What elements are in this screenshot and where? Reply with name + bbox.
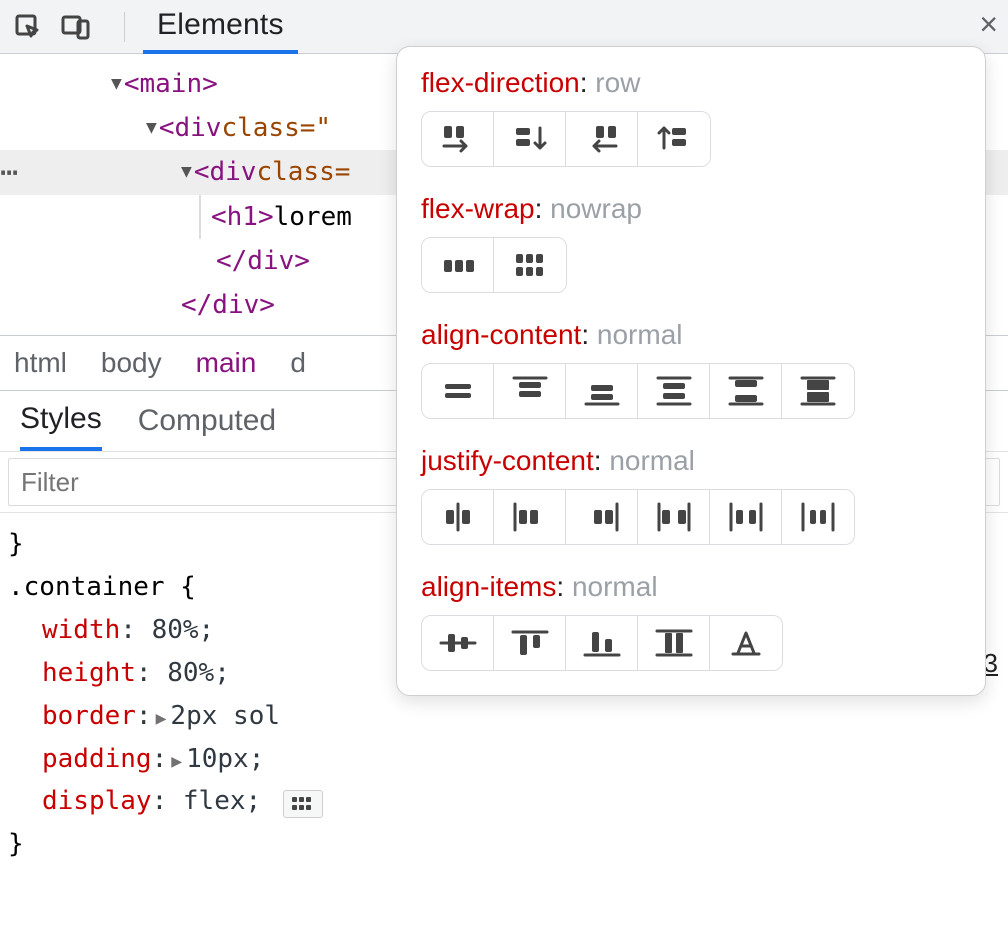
align-content-end-icon[interactable]: [566, 364, 638, 418]
align-content-center-icon[interactable]: [422, 364, 494, 418]
breadcrumb-item[interactable]: main: [196, 347, 257, 379]
align-content-space-between-icon[interactable]: [710, 364, 782, 418]
css-close-brace: }: [8, 823, 1008, 866]
group-align-items: align-items: normal: [421, 571, 961, 671]
css-declaration[interactable]: padding:▶10px;: [8, 738, 1008, 781]
breadcrumb-item[interactable]: body: [101, 347, 162, 379]
css-declaration[interactable]: display: flex;: [8, 780, 1008, 823]
group-align-content: align-content: normal: [421, 319, 961, 419]
flex-wrap-nowrap-icon[interactable]: [422, 238, 494, 292]
align-items-baseline-icon[interactable]: [710, 616, 782, 670]
overflow-dots-icon[interactable]: ⋯: [0, 147, 19, 198]
flex-wrap-wrap-icon[interactable]: [494, 238, 566, 292]
align-content-stretch-icon[interactable]: [782, 364, 854, 418]
group-justify-content: justify-content: normal: [421, 445, 961, 545]
elements-tab[interactable]: Elements: [143, 0, 298, 54]
flex-editor-popover: flex-direction: row flex-wrap: nowrap al…: [396, 46, 986, 696]
flex-editor-icon[interactable]: [283, 790, 323, 818]
group-flex-wrap: flex-wrap: nowrap: [421, 193, 961, 293]
align-items-stretch-icon[interactable]: [638, 616, 710, 670]
flex-direction-row-icon[interactable]: [422, 112, 494, 166]
align-content-start-icon[interactable]: [494, 364, 566, 418]
flex-direction-column-reverse-icon[interactable]: [638, 112, 710, 166]
justify-content-space-evenly-icon[interactable]: [782, 490, 854, 544]
justify-content-space-between-icon[interactable]: [638, 490, 710, 544]
css-declaration[interactable]: border:▶2px sol: [8, 695, 1008, 738]
flex-direction-row-reverse-icon[interactable]: [566, 112, 638, 166]
breadcrumb-item[interactable]: d: [290, 347, 306, 379]
breadcrumb-item[interactable]: html: [14, 347, 67, 379]
justify-content-center-icon[interactable]: [422, 490, 494, 544]
justify-content-space-around-icon[interactable]: [710, 490, 782, 544]
group-flex-direction: flex-direction: row: [421, 67, 961, 167]
align-items-center-icon[interactable]: [422, 616, 494, 670]
justify-content-end-icon[interactable]: [566, 490, 638, 544]
align-items-end-icon[interactable]: [566, 616, 638, 670]
justify-content-start-icon[interactable]: [494, 490, 566, 544]
tab-computed[interactable]: Computed: [138, 391, 276, 451]
inspect-icon[interactable]: [10, 9, 46, 45]
tab-styles[interactable]: Styles: [20, 391, 102, 451]
flex-direction-column-icon[interactable]: [494, 112, 566, 166]
topbar-separator: [124, 12, 125, 42]
close-icon[interactable]: ×: [979, 6, 998, 43]
device-toggle-icon[interactable]: [58, 9, 94, 45]
align-content-space-around-icon[interactable]: [638, 364, 710, 418]
align-items-start-icon[interactable]: [494, 616, 566, 670]
